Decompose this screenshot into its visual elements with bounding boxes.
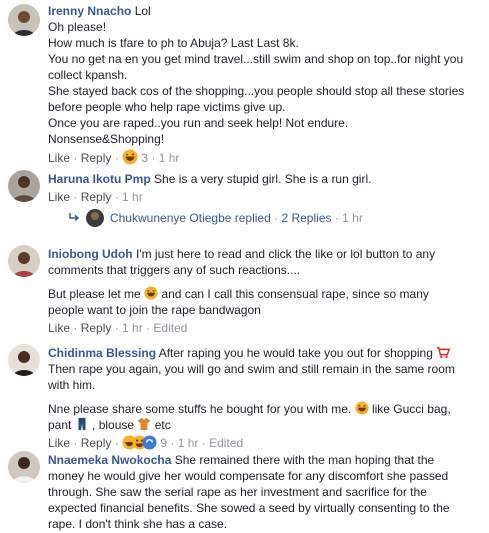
comment-text: comments that triggers any of such react… (48, 263, 301, 277)
comment-author[interactable]: Chidinma Blessing (48, 346, 156, 360)
comment-actions: Like · Reply · 1 hr · Edited (48, 321, 188, 335)
view-replies-link[interactable]: Chukwunenye Otiegbe replied · 2 Replies … (68, 209, 363, 227)
comment-text: After raping you he would take you out f… (156, 346, 437, 360)
avatar[interactable] (8, 170, 40, 202)
timestamp[interactable]: 1 hr (159, 151, 180, 165)
comment-text: with him. (48, 378, 96, 392)
comment-text: Nonsense&Shopping! (48, 132, 165, 146)
comment-text: like Gucci bag, (368, 402, 451, 416)
comment-text: Lol (131, 4, 151, 18)
timestamp[interactable]: 1 hr (122, 321, 143, 335)
comment-text: pant (48, 418, 75, 432)
avatar (86, 209, 104, 227)
comment-text: people want to join the rape bandwagon (48, 303, 261, 317)
like-button[interactable]: Like (48, 190, 70, 204)
comment-text: etc (151, 418, 171, 432)
avatar[interactable] (8, 451, 40, 483)
comment-text: Then rape you again, you will go and swi… (48, 362, 455, 376)
shopping-cart-emoji (437, 346, 451, 358)
reply-button[interactable]: Reply (81, 190, 112, 204)
comment-text: before people who help rape victims give… (48, 100, 286, 114)
reply-action: replied (231, 211, 271, 225)
comment-author[interactable]: Haruna Ikotu Pmp (48, 172, 151, 186)
reply-button[interactable]: Reply (81, 321, 112, 335)
comment-actions: Like · Reply · 1 hr (48, 190, 143, 204)
comment-text: expected financial benefits. She sowed a… (48, 501, 450, 515)
haha-reaction[interactable] (122, 149, 138, 165)
comment-text: She stayed back cos of the shopping...yo… (48, 84, 465, 98)
reply-button[interactable]: Reply (81, 436, 112, 450)
comment-author[interactable]: Iniobong Udoh (48, 247, 133, 261)
avatar[interactable] (8, 4, 40, 36)
reply-author[interactable]: Chukwunenye Otiegbe (110, 211, 231, 225)
timestamp[interactable]: 1 hr (342, 211, 363, 225)
edited-label[interactable]: Edited (209, 436, 243, 450)
blue-reaction[interactable] (142, 435, 157, 450)
comment-text: You no get na en you get mind travel...s… (48, 52, 464, 66)
comment-text: How much is tfare to ph to Abuja? Last L… (48, 36, 299, 50)
reply-count[interactable]: 2 Replies (281, 211, 331, 225)
comment-text: through. She saw the serial rape as her … (48, 485, 427, 499)
comment-text: and can I call this consensual rape, sin… (158, 287, 429, 301)
comment-author[interactable]: Nnaemeka Nwokocha (48, 453, 171, 467)
timestamp[interactable]: 1 hr (122, 190, 143, 204)
haha-emoji (144, 286, 158, 300)
timestamp[interactable]: 1 hr (178, 436, 199, 450)
avatar[interactable] (8, 245, 40, 277)
comment-actions: Like · Reply · 3 · 1 hr (48, 149, 180, 165)
comment-text: Once you are raped..you run and seek hel… (48, 116, 349, 130)
comment-text: Oh please! (48, 20, 107, 34)
haha-emoji (355, 401, 369, 415)
shirt-emoji (138, 417, 151, 431)
like-button[interactable]: Like (48, 321, 70, 335)
avatar[interactable] (8, 344, 40, 376)
comment-text: She remained there with the man hoping t… (171, 453, 435, 467)
comment-text: But please let me (48, 287, 145, 301)
comment-text: I'm just here to read and click the like… (132, 247, 436, 261)
comment-text: Nne please share some stuffs he bought f… (48, 402, 355, 416)
comment-text: money he would give her would compensate… (48, 469, 449, 483)
reply-button[interactable]: Reply (81, 151, 112, 165)
jeans-emoji (78, 417, 86, 431)
comment-actions: Like · Reply · 9 · 1 hr · Edited (48, 435, 244, 450)
like-button[interactable]: Like (48, 436, 70, 450)
comment-text: , blouse (88, 418, 138, 432)
edited-label[interactable]: Edited (153, 321, 187, 335)
comment-text: She is a very stupid girl. She is a run … (150, 172, 372, 186)
comment-text: rape. I don't think she has a case. (48, 517, 228, 531)
comment-text: collect kpansh. (48, 68, 128, 82)
like-button[interactable]: Like (48, 151, 70, 165)
reply-arrow-icon (69, 213, 80, 222)
comment-author[interactable]: Irenny Nnacho (48, 4, 131, 18)
